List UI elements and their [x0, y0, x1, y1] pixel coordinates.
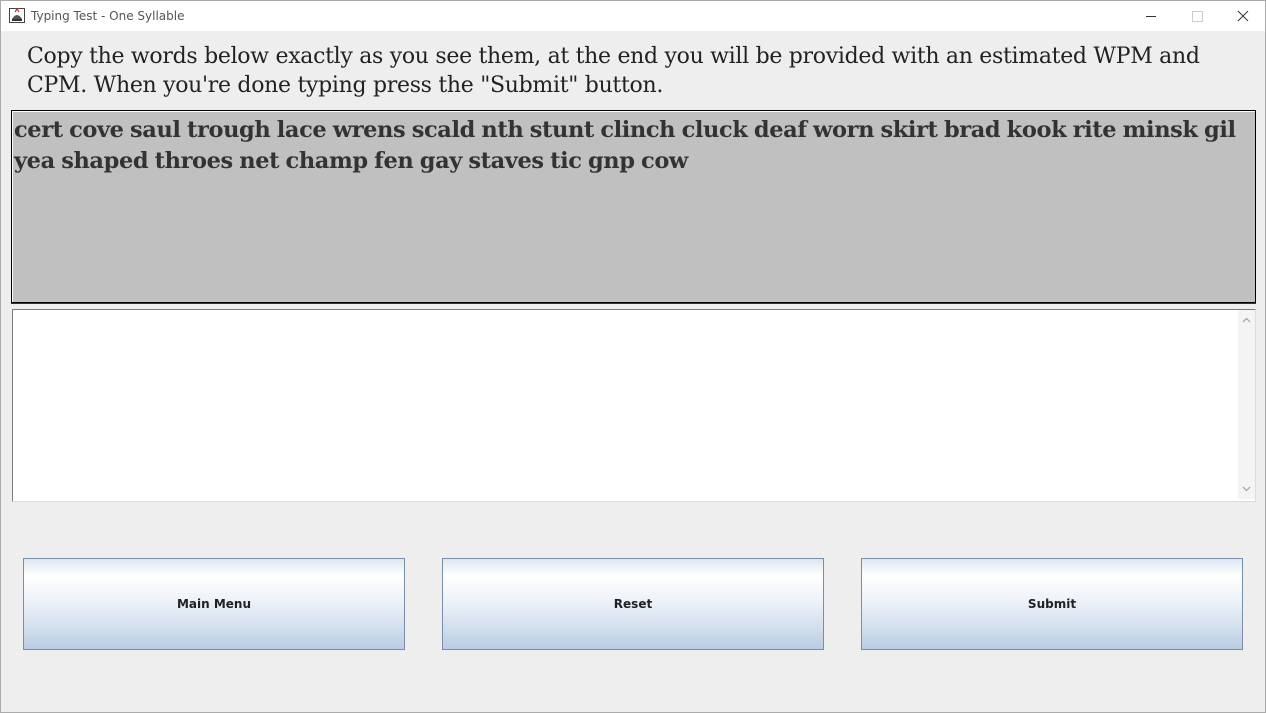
minimize-icon	[1146, 16, 1156, 17]
close-button[interactable]	[1220, 1, 1266, 31]
submit-button[interactable]: Submit	[861, 558, 1243, 650]
chevron-up-icon[interactable]	[1238, 312, 1255, 329]
maximize-icon	[1192, 11, 1203, 22]
java-cup-icon	[9, 8, 25, 23]
prompt-words: cert cove saul trough lace wrens scald n…	[14, 117, 1236, 174]
instructions-text: Copy the words below exactly as you see …	[27, 44, 1200, 98]
maximize-button[interactable]	[1174, 1, 1220, 31]
reset-button[interactable]: Reset	[442, 558, 824, 650]
minimize-button[interactable]	[1128, 1, 1174, 31]
close-icon	[1237, 10, 1249, 22]
app-window: Typing Test - One Syllable Copy the word…	[0, 0, 1266, 713]
window-title: Typing Test - One Syllable	[31, 9, 185, 23]
vertical-scrollbar[interactable]	[1238, 310, 1255, 499]
main-menu-button[interactable]: Main Menu	[23, 558, 405, 650]
title-bar[interactable]: Typing Test - One Syllable	[1, 1, 1265, 31]
typing-area	[12, 309, 1256, 502]
prompt-panel: cert cove saul trough lace wrens scald n…	[11, 110, 1256, 303]
typing-input[interactable]	[13, 310, 1237, 499]
chevron-down-icon[interactable]	[1238, 480, 1255, 497]
